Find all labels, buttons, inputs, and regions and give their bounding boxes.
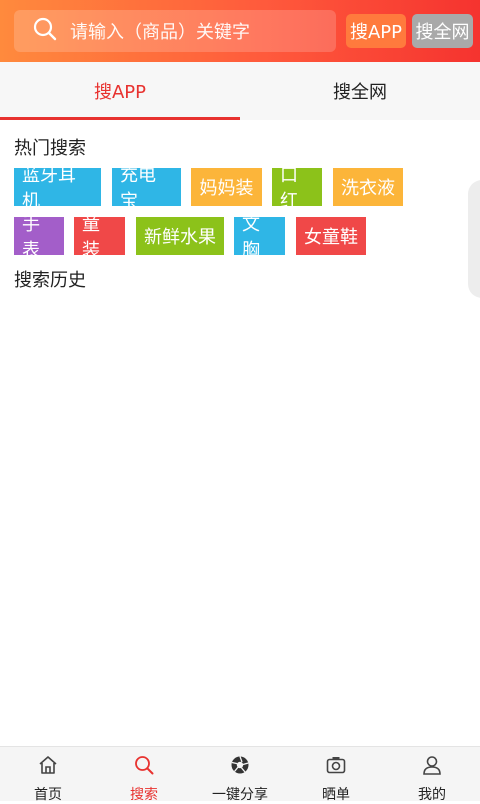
- search-tabs: 搜APP 搜全网: [0, 62, 480, 120]
- search-icon: [133, 754, 155, 780]
- nav-search[interactable]: 搜索: [96, 747, 192, 803]
- user-icon: [421, 754, 443, 780]
- top-header: 请输入（商品）关键字 搜APP 搜全网: [0, 0, 480, 62]
- hot-tag[interactable]: 童装: [74, 214, 125, 261]
- hot-tag[interactable]: 口红: [272, 165, 322, 212]
- hot-tag[interactable]: 洗衣液: [333, 168, 403, 206]
- search-app-button[interactable]: 搜APP: [346, 14, 406, 48]
- bottom-nav: 首页 搜索 一键分享 晒单 我的: [0, 746, 480, 803]
- nav-label: 我的: [418, 787, 446, 803]
- tab-search-app[interactable]: 搜APP: [0, 62, 240, 120]
- search-input[interactable]: 请输入（商品）关键字: [14, 10, 336, 52]
- hot-tag[interactable]: 蓝牙耳机: [14, 165, 101, 212]
- hot-search-title: 热门搜索: [14, 138, 86, 159]
- hot-tag[interactable]: 新鲜水果: [136, 217, 224, 255]
- hot-tag[interactable]: 文胸: [234, 214, 285, 261]
- nav-show-order[interactable]: 晒单: [288, 747, 384, 803]
- search-web-button[interactable]: 搜全网: [412, 14, 473, 48]
- tab-search-web[interactable]: 搜全网: [240, 62, 480, 120]
- nav-label: 首页: [34, 787, 62, 803]
- camera-icon: [325, 754, 347, 780]
- hot-tag[interactable]: 妈妈装: [191, 168, 262, 206]
- hot-tag[interactable]: 女童鞋: [296, 217, 366, 255]
- nav-share[interactable]: 一键分享: [192, 747, 288, 803]
- hot-tag[interactable]: 手表: [14, 214, 64, 261]
- nav-mine[interactable]: 我的: [384, 747, 480, 803]
- floating-edge-handle[interactable]: [468, 180, 480, 298]
- nav-label: 一键分享: [212, 787, 268, 803]
- search-history-title: 搜索历史: [14, 270, 86, 291]
- nav-home[interactable]: 首页: [0, 747, 96, 803]
- search-placeholder: 请输入（商品）关键字: [70, 22, 250, 43]
- aperture-icon: [229, 754, 251, 780]
- search-icon: [32, 16, 58, 46]
- hot-tag[interactable]: 充电宝: [112, 165, 181, 212]
- nav-label: 晒单: [322, 787, 350, 803]
- nav-label: 搜索: [130, 787, 158, 803]
- home-icon: [37, 754, 59, 780]
